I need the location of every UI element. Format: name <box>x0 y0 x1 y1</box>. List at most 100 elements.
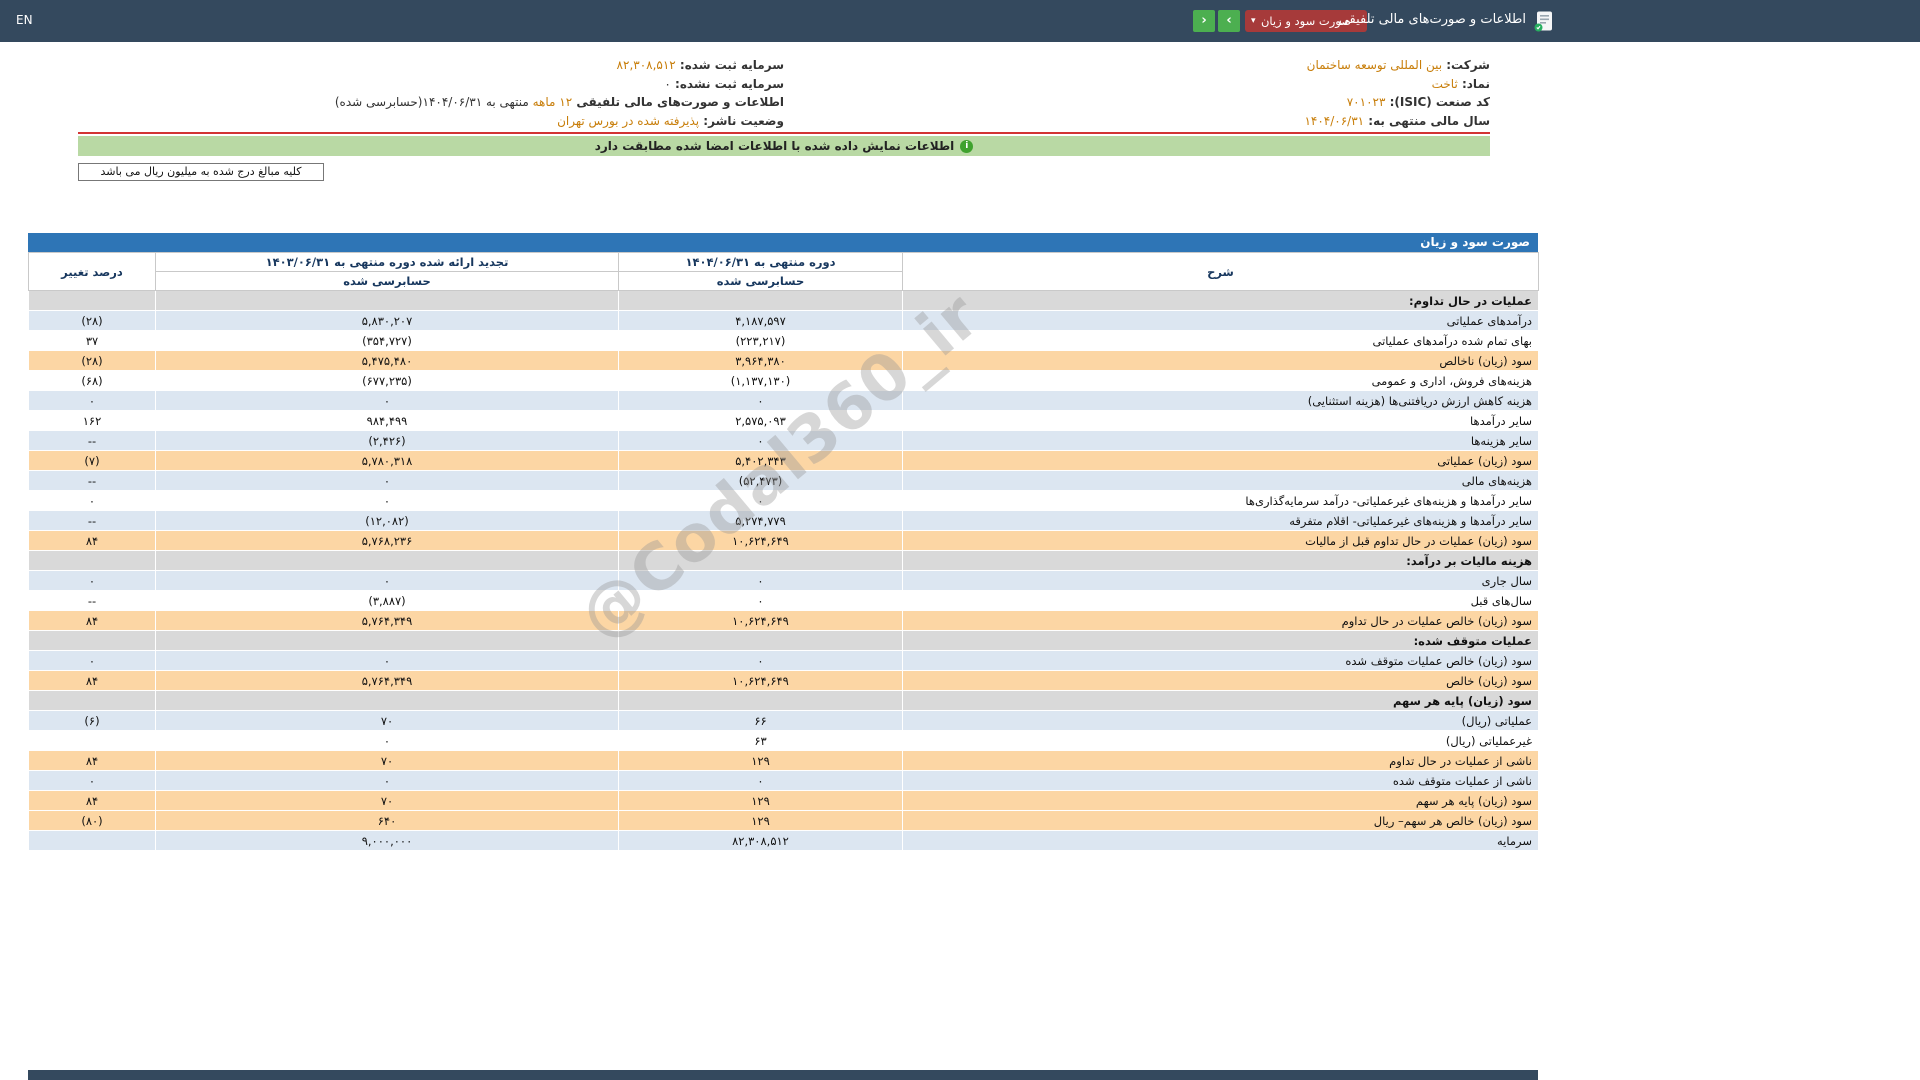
cell-current <box>618 690 903 711</box>
cell-change <box>28 830 156 851</box>
cell-restated: (۳۵۴,۷۲۷) <box>155 330 619 351</box>
cell-restated: ۹,۰۰۰,۰۰۰ <box>155 830 619 851</box>
table-section-row: عملیات متوقف شده: <box>28 630 1539 651</box>
table-row: عملیاتی (ریال) ۶۶ ۷۰ (۶) <box>28 710 1539 731</box>
cell-current: ۰ <box>618 490 903 511</box>
row-label: سود (زیان) خالص هر سهم– ریال <box>902 810 1539 831</box>
row-label: سرمایه <box>902 830 1539 851</box>
cell-change: -- <box>28 590 156 611</box>
row-label: سود (زیان) ناخالص <box>902 350 1539 371</box>
table-row: سایر درآمدها و هزینه‌های غیرعملیاتی- اقل… <box>28 510 1539 531</box>
column-header-restated-period: تجدید ارائه شده دوره منتهی به ۱۴۰۳/۰۶/۳۱ <box>155 252 619 272</box>
table-row: سایر درآمدها و هزینه‌های غیرعملیاتی- درآ… <box>28 490 1539 511</box>
cell-current: ۰ <box>618 590 903 611</box>
row-label: غیرعملیاتی (ریال) <box>902 730 1539 751</box>
cell-current: ۱۲۹ <box>618 790 903 811</box>
cell-change: (۶) <box>28 710 156 731</box>
cell-current: ۱۰,۶۲۴,۶۴۹ <box>618 670 903 691</box>
cell-restated: ۶۴۰ <box>155 810 619 831</box>
cell-change: ۱۶۲ <box>28 410 156 431</box>
cell-current: ۰ <box>618 570 903 591</box>
cell-current: ۴,۱۸۷,۵۹۷ <box>618 310 903 331</box>
company-info-panel: شرکت: بین المللی توسعه ساختمان نماد: ثاخ… <box>78 56 1490 134</box>
row-label: سایر درآمدها و هزینه‌های غیرعملیاتی- درآ… <box>902 490 1539 511</box>
table-row: هزینه کاهش ارزش دریافتنی‌ها (هزینه استثن… <box>28 390 1539 411</box>
table-row: هزینه‌های فروش، اداری و عمومی (۱,۱۳۷,۱۳۰)… <box>28 370 1539 391</box>
table-row: سود (زیان) خالص ۱۰,۶۲۴,۶۴۹ ۵,۷۶۴,۳۴۹ ۸۴ <box>28 670 1539 691</box>
table-row: هزینه‌های مالی (۵۲,۴۷۳) ۰ -- <box>28 470 1539 491</box>
cell-restated: ۰ <box>155 470 619 491</box>
table-row: سود (زیان) خالص عملیات متوقف شده ۰ ۰ ۰ <box>28 650 1539 671</box>
profit-loss-table: شرح دوره منتهی به ۱۴۰۴/۰۶/۳۱ تجدید ارائه… <box>28 252 1539 851</box>
row-label: سود (زیان) خالص <box>902 670 1539 691</box>
report-document-icon <box>1532 9 1556 33</box>
cell-change: ۰ <box>28 490 156 511</box>
row-label: عملیات متوقف شده: <box>902 630 1539 651</box>
cell-restated: ۵,۴۷۵,۴۸۰ <box>155 350 619 371</box>
page-title: اطلاعات و صورت‌های مالی تلفیقی <box>1338 12 1526 27</box>
cell-restated: ۰ <box>155 770 619 791</box>
row-label: هزینه‌های فروش، اداری و عمومی <box>902 370 1539 391</box>
table-section-row: سود (زیان) پایه هر سهم <box>28 690 1539 711</box>
row-label: درآمدهای عملیاتی <box>902 310 1539 331</box>
cell-restated: (۶۷۷,۲۳۵) <box>155 370 619 391</box>
cell-change: (۷) <box>28 450 156 471</box>
table-header-row: شرح دوره منتهی به ۱۴۰۴/۰۶/۳۱ تجدید ارائه… <box>28 252 1539 291</box>
cell-change <box>28 550 156 571</box>
row-label: هزینه کاهش ارزش دریافتنی‌ها (هزینه استثن… <box>902 390 1539 411</box>
row-label: بهای تمام شده درآمدهای عملیاتی <box>902 330 1539 351</box>
cell-restated: ۵,۷۶۴,۳۴۹ <box>155 610 619 631</box>
cell-change: ۰ <box>28 650 156 671</box>
cell-restated: ۷۰ <box>155 750 619 771</box>
table-row: سرمایه ۸۲,۳۰۸,۵۱۲ ۹,۰۰۰,۰۰۰ <box>28 830 1539 851</box>
cell-current <box>618 290 903 311</box>
row-label: سود (زیان) خالص عملیات در حال تداوم <box>902 610 1539 631</box>
cell-current: (۲۲۳,۲۱۷) <box>618 330 903 351</box>
cell-current: ۵,۲۷۴,۷۷۹ <box>618 510 903 531</box>
next-section-header-bar <box>28 1070 1538 1080</box>
row-label: سال جاری <box>902 570 1539 591</box>
cell-current: ۰ <box>618 430 903 451</box>
cell-restated: ۹۸۴,۴۹۹ <box>155 410 619 431</box>
cell-restated: ۵,۷۶۸,۲۳۶ <box>155 530 619 551</box>
units-note-box: کلیه مبالغ درج شده به میلیون ریال می باش… <box>78 163 324 181</box>
row-label: سود (زیان) خالص عملیات متوقف شده <box>902 650 1539 671</box>
cell-restated: ۵,۷۸۰,۳۱۸ <box>155 450 619 471</box>
company-info-column-left: سرمایه ثبت شده: ۸۲,۳۰۸,۵۱۲ سرمایه ثبت نش… <box>78 56 784 130</box>
table-row: سود (زیان) عملیات در حال تداوم قبل از ما… <box>28 530 1539 551</box>
cell-current: ۰ <box>618 770 903 791</box>
language-toggle-en[interactable]: EN <box>16 13 33 27</box>
row-label: ناشی از عملیات متوقف شده <box>902 770 1539 791</box>
info-circle-icon: i <box>960 139 974 153</box>
subheader-audited-restated: حسابرسی شده <box>155 271 619 291</box>
previous-statement-button[interactable]: ‹ <box>1218 10 1240 32</box>
cell-restated <box>155 290 619 311</box>
table-row: درآمدهای عملیاتی ۴,۱۸۷,۵۹۷ ۵,۸۳۰,۲۰۷ (۲۸) <box>28 310 1539 331</box>
cell-change: -- <box>28 510 156 531</box>
cell-restated: ۷۰ <box>155 710 619 731</box>
chevron-left-icon: ‹ <box>1226 13 1232 28</box>
cell-current <box>618 630 903 651</box>
cell-change: (۲۸) <box>28 350 156 371</box>
cell-change: ۸۴ <box>28 790 156 811</box>
top-navigation-bar: EN › ‹ صورت سود و زیان ▾ اطلاعات و صورت‌… <box>0 0 1920 42</box>
row-label: عملیاتی (ریال) <box>902 710 1539 731</box>
notice-text: اطلاعات نمایش داده شده با اطلاعات امضا ش… <box>594 139 955 153</box>
table-row: بهای تمام شده درآمدهای عملیاتی (۲۲۳,۲۱۷)(… <box>28 330 1539 351</box>
table-section-row: عملیات در حال تداوم: <box>28 290 1539 311</box>
cell-change: ۰ <box>28 390 156 411</box>
cell-restated: ۰ <box>155 650 619 671</box>
company-info-row: سرمایه ثبت شده: ۸۲,۳۰۸,۵۱۲ <box>616 58 784 72</box>
next-statement-button[interactable]: › <box>1193 10 1215 32</box>
row-label: سود (زیان) عملیات در حال تداوم قبل از ما… <box>902 530 1539 551</box>
cell-change: -- <box>28 430 156 451</box>
column-header-description: شرح <box>902 252 1539 291</box>
profit-loss-section: صورت سود و زیان شرح دوره منتهی به ۱۴۰۴/۰… <box>28 233 1539 851</box>
cell-restated <box>155 630 619 651</box>
company-info-row: کد صنعت (ISIC): ۷۰۱۰۲۳ <box>1346 95 1490 109</box>
cell-restated: (۱۲,۰۸۲) <box>155 510 619 531</box>
subheader-audited-current: حسابرسی شده <box>618 271 903 291</box>
row-label: هزینه مالیات بر درآمد: <box>902 550 1539 571</box>
table-row: سود (زیان) پایه هر سهم ۱۲۹ ۷۰ ۸۴ <box>28 790 1539 811</box>
cell-current: (۱,۱۳۷,۱۳۰) <box>618 370 903 391</box>
